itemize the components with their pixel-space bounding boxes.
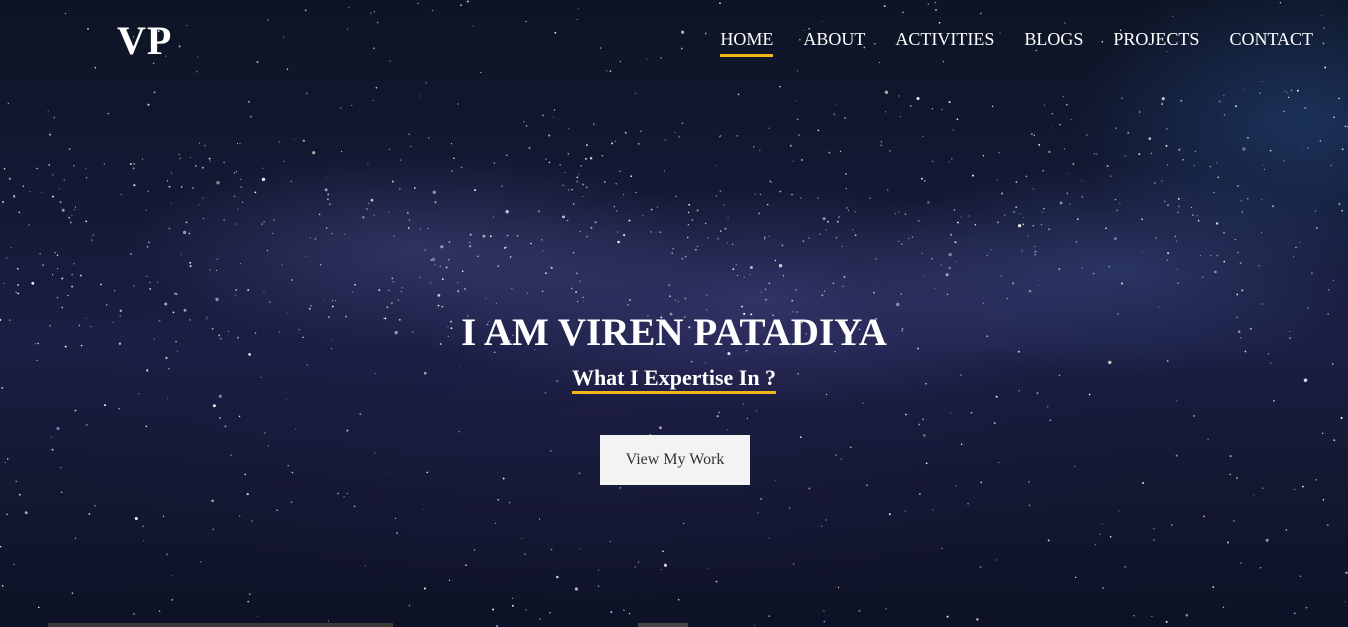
nav-item-about[interactable]: ABOUT [803, 28, 865, 57]
nav-item-home[interactable]: HOME [720, 28, 774, 57]
hero-subtitle-wrap: What I Expertise In ? [0, 365, 1348, 394]
nav-item-projects[interactable]: PROJECTS [1113, 28, 1199, 57]
site-logo[interactable]: VP [117, 18, 172, 64]
view-my-work-button[interactable]: View My Work [600, 435, 750, 485]
main-nav: HOME ABOUT ACTIVITIES BLOGS PROJECTS CON… [720, 28, 1313, 57]
bottom-divider-small [638, 623, 688, 627]
hero-title: I AM VIREN PATADIYA [461, 311, 887, 354]
bottom-divider [48, 623, 393, 627]
hero-subtitle: What I Expertise In ? [571, 365, 777, 394]
nav-item-blogs[interactable]: BLOGS [1024, 28, 1083, 57]
hero-section: VP HOME ABOUT ACTIVITIES BLOGS PROJECTS … [0, 0, 1348, 627]
nav-item-activities[interactable]: ACTIVITIES [895, 28, 994, 57]
nav-item-contact[interactable]: CONTACT [1229, 28, 1313, 57]
